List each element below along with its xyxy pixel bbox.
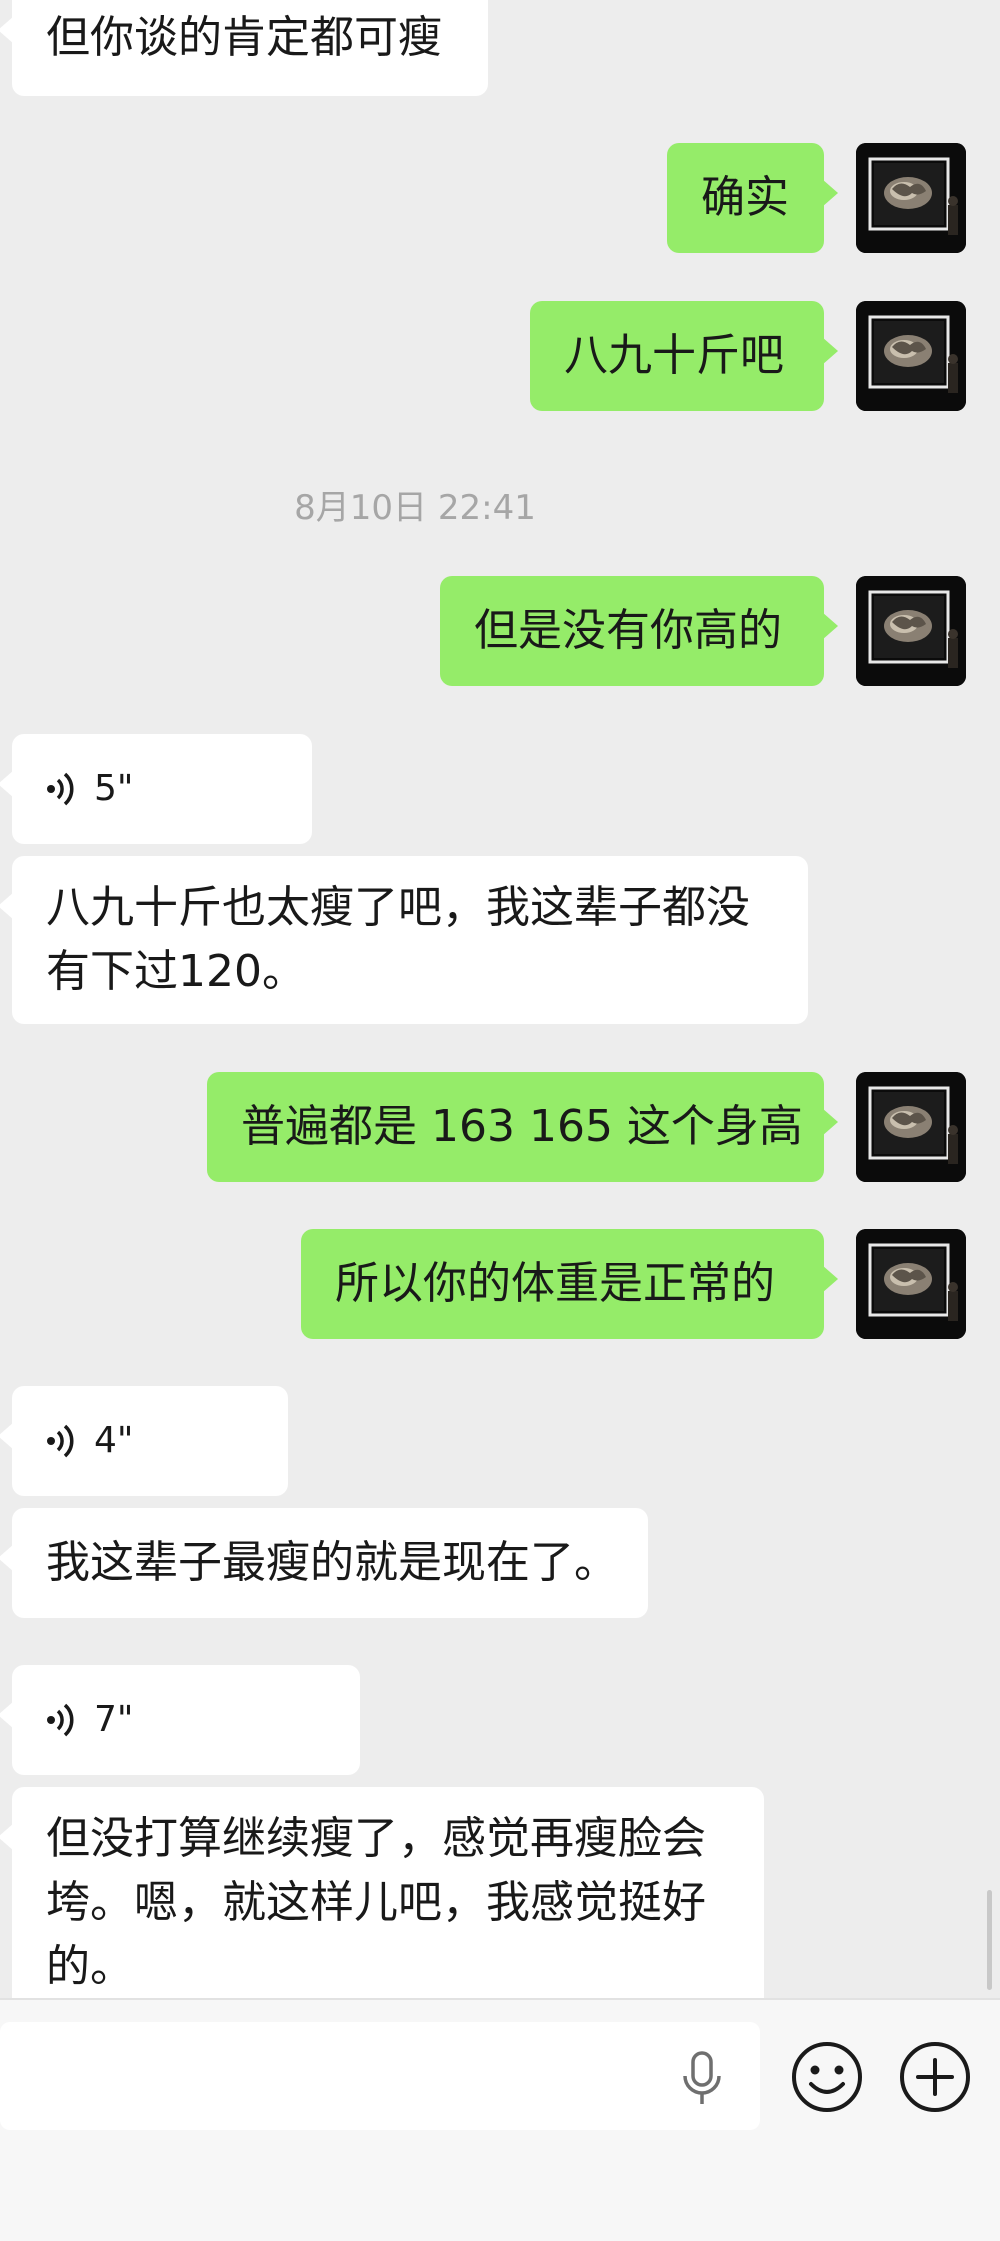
message-bubble-outgoing[interactable]: 所以你的体重是正常的 xyxy=(301,1229,838,1339)
voice-wave-icon xyxy=(47,1703,74,1737)
user-avatar[interactable] xyxy=(856,1229,966,1339)
message-bubble-outgoing[interactable]: 确实 xyxy=(667,143,838,253)
message-text-line: 的。 xyxy=(46,1941,134,1992)
message-bubble-outgoing[interactable]: 普遍都是 163 165 这个身高 xyxy=(207,1072,838,1182)
message-text: 所以你的体重是正常的 xyxy=(335,1258,775,1309)
message-input[interactable] xyxy=(0,2022,760,2130)
plus-icon xyxy=(900,2042,970,2112)
message-bubble-incoming[interactable]: 我这辈子最瘦的就是现在了。 xyxy=(0,1508,648,1618)
avatar-image xyxy=(856,301,966,411)
avatar-image xyxy=(856,1229,966,1339)
message-text-line: 八九十斤也太瘦了吧，我这辈子都没 xyxy=(46,882,750,933)
user-avatar[interactable] xyxy=(856,301,966,411)
message-bubble-outgoing[interactable]: 但是没有你高的 xyxy=(440,576,838,686)
scrollbar-thumb[interactable] xyxy=(987,1890,992,1990)
message-bubble-incoming[interactable]: 但你谈的肯定都可瘦 xyxy=(0,0,488,96)
voice-wave-icon xyxy=(47,1424,74,1458)
avatar-image xyxy=(856,1072,966,1182)
voice-duration: 4" xyxy=(94,1420,134,1461)
avatar-image xyxy=(856,576,966,686)
voice-duration: 5" xyxy=(94,768,134,809)
message-bubble-outgoing[interactable]: 八九十斤吧 xyxy=(530,301,838,411)
message-composer xyxy=(0,1998,1000,2241)
message-text: 但是没有你高的 xyxy=(474,605,782,656)
user-avatar[interactable] xyxy=(856,143,966,253)
user-avatar[interactable] xyxy=(856,1072,966,1182)
more-actions-button[interactable] xyxy=(898,2040,972,2114)
voice-duration: 7" xyxy=(94,1699,134,1740)
chat-timestamp: 8月10日 22:41 xyxy=(294,488,536,528)
message-text-line: 但没打算继续瘦了，感觉再瘦脸会 xyxy=(46,1813,706,1864)
emoji-button[interactable] xyxy=(790,2040,864,2114)
voice-input-button[interactable] xyxy=(680,2050,724,2106)
emoji-icon xyxy=(792,2042,862,2112)
voice-message-bubble[interactable]: 5" xyxy=(0,734,312,844)
message-text: 确实 xyxy=(701,172,789,223)
user-avatar[interactable] xyxy=(856,576,966,686)
voice-message-bubble[interactable]: 7" xyxy=(0,1665,360,1775)
avatar-image xyxy=(856,143,966,253)
message-bubble-incoming[interactable]: 八九十斤也太瘦了吧，我这辈子都没 有下过120。 xyxy=(0,856,808,1024)
message-text: 我这辈子最瘦的就是现在了。 xyxy=(46,1537,618,1588)
voice-message-bubble[interactable]: 4" xyxy=(0,1386,288,1496)
message-text-line: 垮。嗯，就这样儿吧，我感觉挺好 xyxy=(46,1877,706,1928)
microphone-icon xyxy=(683,2051,721,2104)
voice-wave-icon xyxy=(47,772,74,806)
message-text-line: 有下过120。 xyxy=(46,946,306,997)
message-text: 但你谈的肯定都可瘦 xyxy=(46,12,442,63)
message-text: 八九十斤吧 xyxy=(564,330,784,381)
message-bubble-incoming[interactable]: 但没打算继续瘦了，感觉再瘦脸会 垮。嗯，就这样儿吧，我感觉挺好 的。 xyxy=(0,1787,764,2027)
message-text: 普遍都是 163 165 这个身高 xyxy=(241,1101,803,1152)
